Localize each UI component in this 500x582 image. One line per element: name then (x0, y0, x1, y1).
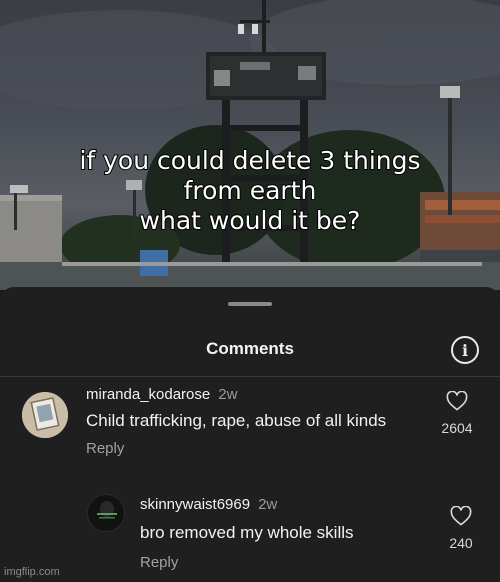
caption-line: from earth (183, 175, 318, 206)
comment-text: bro removed my whole skills (140, 523, 354, 542)
heart-icon (450, 506, 472, 526)
avatar-photo-icon (88, 495, 124, 531)
like-button[interactable]: 2604 (437, 391, 477, 436)
comment-meta: skinnywaist6969 2w (140, 496, 277, 513)
post-caption: if you could delete 3 things from earth … (0, 145, 500, 236)
avatar[interactable] (22, 392, 68, 438)
info-icon[interactable]: i (451, 336, 479, 364)
caption-line: if you could delete 3 things (78, 145, 421, 176)
comments-title: Comments (206, 339, 294, 358)
reply-button[interactable]: Reply (86, 440, 124, 457)
comment-item: miranda_kodarose 2w Child trafficking, ra… (0, 379, 500, 469)
watermark: imgflip.com (4, 566, 60, 578)
heart-icon (446, 391, 468, 411)
comment-time: 2w (258, 496, 278, 513)
like-count: 240 (449, 535, 473, 551)
header-divider (0, 376, 500, 377)
caption-line: what would it be? (139, 205, 362, 236)
comment-time: 2w (218, 386, 238, 403)
comment-username[interactable]: miranda_kodarose (86, 386, 210, 403)
post-background-image: if you could delete 3 things from earth … (0, 0, 500, 290)
comment-reply-item: skinnywaist6969 2w bro removed my whole s… (0, 487, 500, 577)
comments-sheet: Comments i miranda_kodarose 2w Child traf… (0, 287, 500, 582)
comment-username[interactable]: skinnywaist6969 (140, 496, 250, 513)
sheet-drag-handle[interactable] (228, 302, 272, 306)
avatar-photo-icon (22, 392, 68, 438)
like-count: 2604 (441, 420, 473, 436)
stadium-scene (0, 0, 500, 290)
avatar[interactable] (87, 494, 125, 532)
reply-button[interactable]: Reply (140, 554, 178, 571)
comment-text: Child trafficking, rape, abuse of all ki… (86, 411, 387, 430)
like-button[interactable]: 240 (441, 506, 481, 551)
comment-meta: miranda_kodarose 2w (86, 386, 237, 403)
